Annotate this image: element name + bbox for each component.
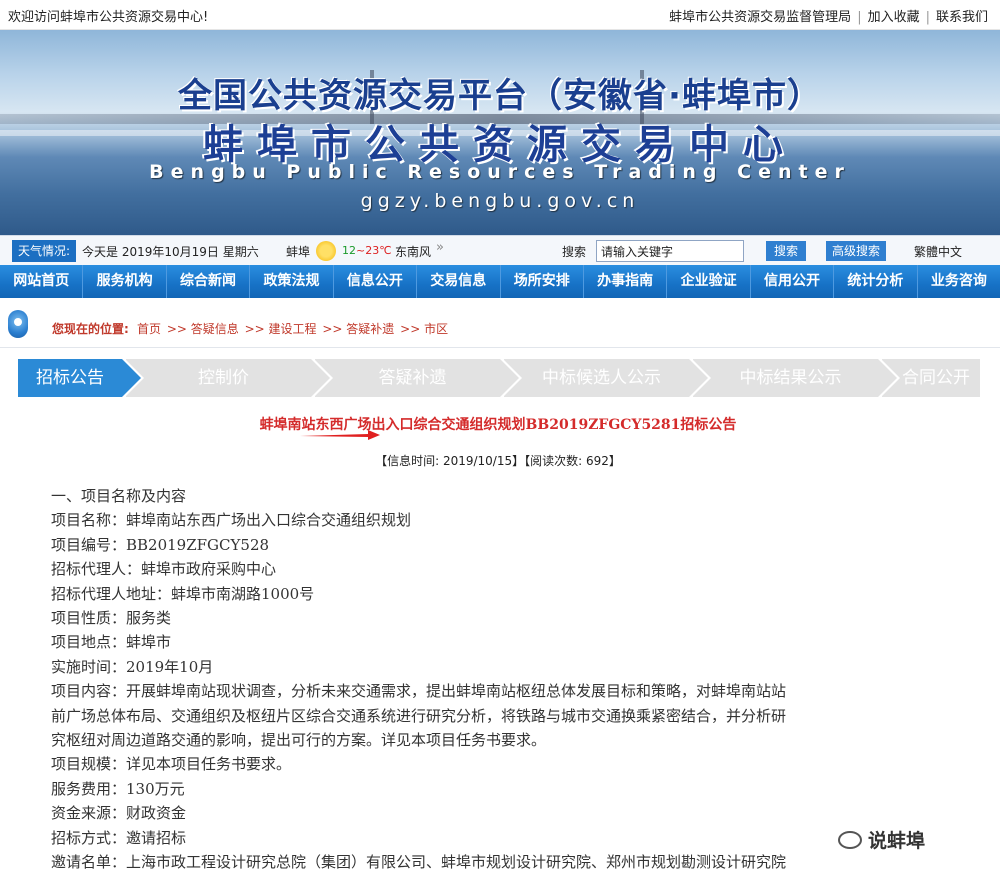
service-fee: 服务费用：130万元 [51, 779, 185, 798]
traditional-chinese-link[interactable]: 繁體中文 [914, 243, 962, 260]
temperature: 12~23℃ [342, 244, 392, 257]
red-arrow-icon [300, 430, 380, 440]
wind-direction: 东南风 [395, 245, 432, 259]
sun-icon [316, 241, 336, 261]
top-links: 蚌埠市公共资源交易监督管理局 | 加入收藏 | 联系我们 [669, 10, 988, 25]
breadcrumb-home[interactable]: 首页 [137, 322, 161, 336]
wechat-watermark: 说蚌埠 [838, 826, 925, 853]
nav-item-trading-info[interactable]: 交易信息 [417, 265, 501, 298]
nav-item-policies[interactable]: 政策法规 [250, 265, 334, 298]
step-candidate-publicity[interactable]: 中标候选人公示 [504, 359, 711, 397]
section-heading: 一、项目名称及内容 [51, 487, 187, 505]
search-button[interactable]: 搜索 [766, 241, 806, 261]
search-input[interactable] [596, 240, 744, 262]
project-nature: 项目性质：服务类 [51, 609, 172, 628]
project-content: 项目内容：开展蚌埠南站现状调查，分析未来交通需求，提出蚌埠南站枢纽总体发展目标和… [51, 682, 787, 701]
fund-source: 资金来源：财政资金 [51, 804, 187, 823]
wechat-icon [838, 831, 862, 849]
step-qa-supplement[interactable]: 答疑补遗 [315, 359, 522, 397]
link-contact-us[interactable]: 联系我们 [936, 10, 988, 25]
main-nav: 网站首页 服务机构 综合新闻 政策法规 信息公开 交易信息 场所安排 办事指南 … [0, 265, 1000, 298]
nav-item-venue-schedule[interactable]: 场所安排 [501, 265, 584, 298]
breadcrumb-construction[interactable]: >> 建设工程 [245, 322, 317, 336]
breadcrumb-urban[interactable]: >> 市区 [400, 322, 448, 336]
nav-item-consulting[interactable]: 业务咨询 [918, 265, 1000, 298]
tender-agent-address: 招标代理人地址：蚌埠市南湖路1000号 [51, 584, 315, 603]
article-body: 一、项目名称及内容 项目名称：蚌埠南站东西广场出入口综合交通组织规划 项目编号：… [51, 484, 951, 875]
nav-item-enterprise-verify[interactable]: 企业验证 [667, 265, 751, 298]
tender-agent: 招标代理人：蚌埠市政府采购中心 [51, 560, 277, 579]
step-control-price[interactable]: 控制价 [126, 359, 333, 397]
weather-label: 天气情况: [12, 240, 76, 262]
search-label: 搜索 [562, 245, 587, 259]
header-banner: 全国公共资源交易平台（安徽省·蚌埠市） 蚌埠市公共资源交易中心 Bengbu P… [0, 30, 1000, 235]
nav-item-info-disclosure[interactable]: 信息公开 [334, 265, 418, 298]
breadcrumb-qa-info[interactable]: >> 答疑信息 [167, 322, 239, 336]
nav-item-credit[interactable]: 信用公开 [751, 265, 835, 298]
nav-item-home[interactable]: 网站首页 [0, 265, 84, 298]
banner-title-english: Bengbu Public Resources Trading Center [149, 161, 851, 183]
step-tender-notice[interactable]: 招标公告 [18, 359, 144, 397]
article-title: 蚌埠南站东西广场出入口综合交通组织规划BB2019ZFGCY5281招标公告 [259, 417, 737, 433]
process-steps: 招标公告 控制价 答疑补遗 中标候选人公示 中标结果公示 合同公开 [18, 359, 980, 397]
nav-item-service-agencies[interactable]: 服务机构 [83, 265, 167, 298]
article-meta: 【信息时间: 2019/10/15】【阅读次数: 692】 [375, 454, 621, 468]
project-scale: 项目规模：详见本项目任务书要求。 [51, 755, 292, 774]
breadcrumb: 您现在的位置: 首页 >> 答疑信息 >> 建设工程 >> 答疑补遗 >> 市区 [0, 298, 1000, 348]
nav-item-news[interactable]: 综合新闻 [167, 265, 251, 298]
more-weather-icon[interactable]: » [436, 240, 444, 255]
top-bar: 欢迎访问蚌埠市公共资源交易中心! 蚌埠市公共资源交易监督管理局 | 加入收藏 | 联系我… [0, 0, 1000, 30]
banner-domain: ggzy.bengbu.gov.cn [360, 190, 640, 212]
project-name: 项目名称：蚌埠南站东西广场出入口综合交通组织规划 [51, 511, 412, 530]
link-add-favorite[interactable]: 加入收藏 [868, 10, 920, 25]
info-bar: 天气情况: 今天是 2019年10月19日 星期六 蚌埠 12~23℃ 东南风 … [0, 235, 1000, 265]
project-content: 前广场总体布局、交通组织及枢纽片区综合交通系统进行研究分析，将铁路与城市交通换乘… [51, 706, 787, 725]
advanced-search-button[interactable]: 高级搜索 [826, 241, 886, 261]
nav-item-guide[interactable]: 办事指南 [584, 265, 668, 298]
project-content: 究枢纽对周边道路交通的影响，提出可行的方案。详见本项目任务书要求。 [51, 731, 547, 750]
weather-city: 蚌埠 [286, 245, 311, 259]
breadcrumb-trail: 首页 >> 答疑信息 >> 建设工程 >> 答疑补遗 >> 市区 [137, 320, 450, 337]
step-result-publicity[interactable]: 中标结果公示 [693, 359, 900, 397]
project-number: 项目编号：BB2019ZFGCY528 [51, 535, 270, 554]
breadcrumb-qa-supplement[interactable]: >> 答疑补遗 [322, 322, 394, 336]
current-date: 今天是 2019年10月19日 星期六 [82, 245, 259, 259]
breadcrumb-label: 您现在的位置: [52, 322, 129, 336]
implementation-time: 实施时间：2019年10月 [51, 657, 214, 676]
nav-item-statistics[interactable]: 统计分析 [834, 265, 918, 298]
location-pin-icon [8, 310, 28, 338]
tender-method: 招标方式：邀请招标 [51, 828, 187, 847]
project-location: 项目地点：蚌埠市 [51, 633, 172, 652]
invitation-list: 邀请名单：上海市政工程设计研究总院（集团）有限公司、蚌埠市规划设计研究院、郑州市… [51, 853, 787, 872]
welcome-text: 欢迎访问蚌埠市公共资源交易中心! [8, 10, 209, 25]
link-supervision-bureau[interactable]: 蚌埠市公共资源交易监督管理局 [669, 10, 851, 25]
banner-title-platform: 全国公共资源交易平台（安徽省·蚌埠市） [178, 76, 822, 116]
